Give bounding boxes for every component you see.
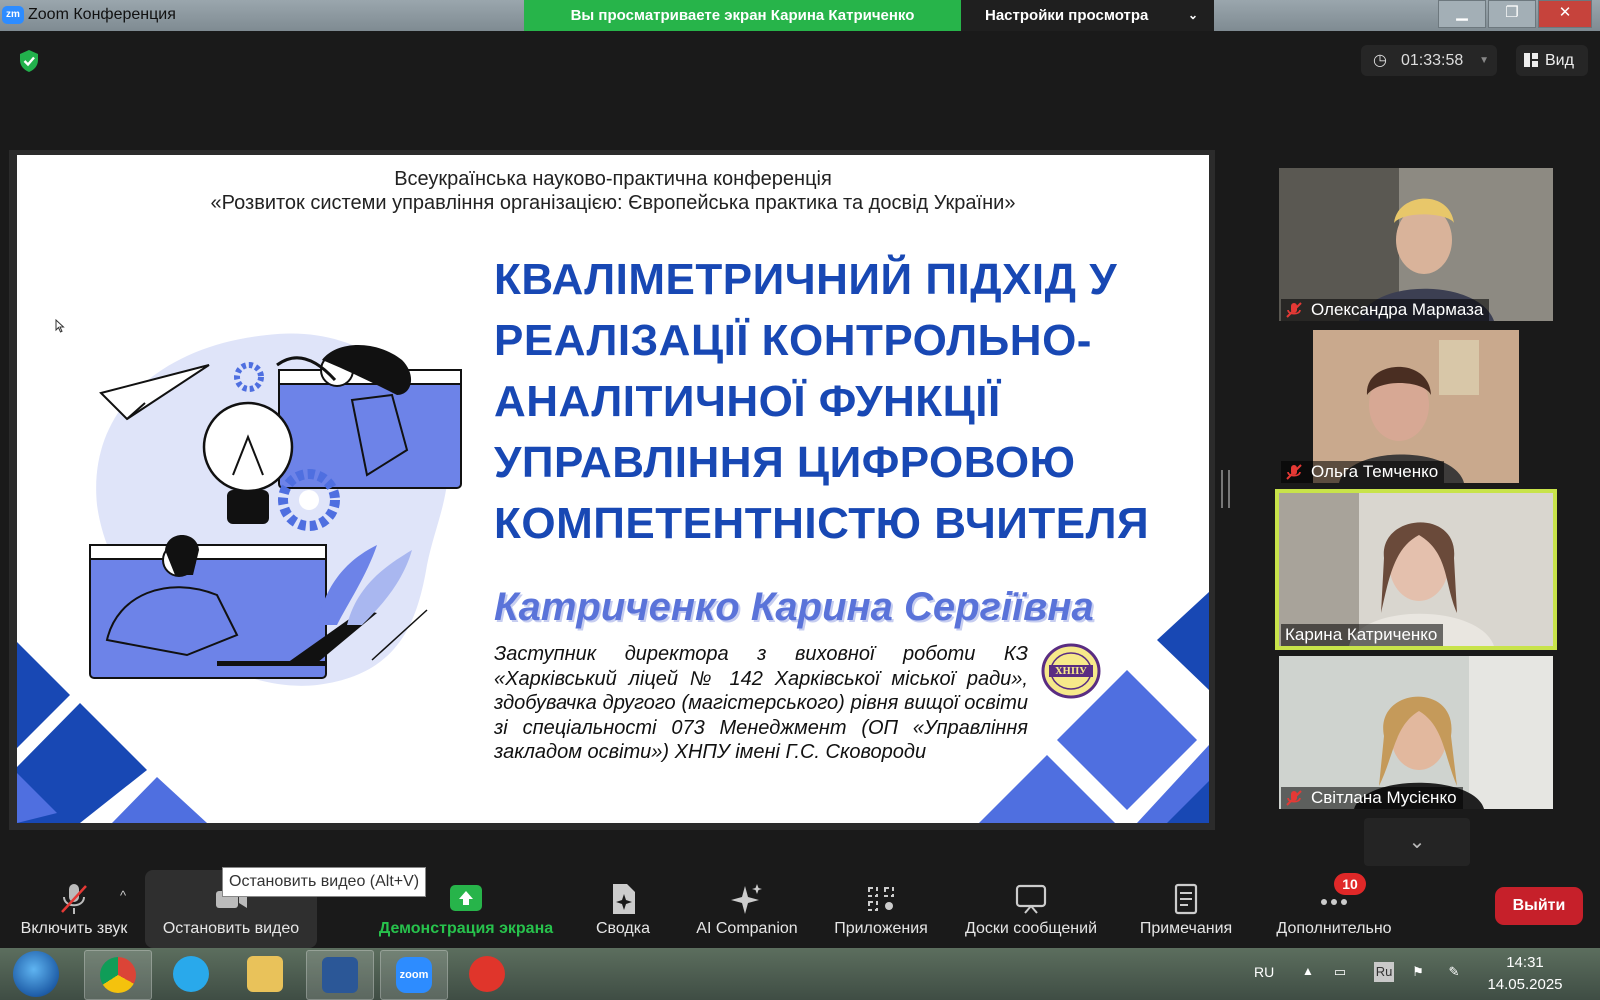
view-settings-label: Настройки просмотра: [985, 7, 1149, 24]
svg-text:ХНПУ: ХНПУ: [1055, 667, 1087, 677]
scroll-participants-button[interactable]: ⌄: [1364, 818, 1470, 866]
ai-companion-label: AI Companion: [696, 920, 798, 937]
muted-mic-icon: [1286, 790, 1302, 806]
muted-mic-icon: [1286, 302, 1302, 318]
university-emblem-logo: ХНПУ: [1041, 643, 1101, 699]
slide-title-line: АНАЛІТИЧНОЇ ФУНКЦІЇ: [494, 377, 1001, 426]
slide-title-line: КВАЛІМЕТРИЧНИЙ ПІДХІД У: [494, 255, 1118, 304]
slide-title: КВАЛІМЕТРИЧНИЙ ПІДХІД У РЕАЛІЗАЦІЇ КОНТР…: [494, 249, 1194, 554]
audio-options-caret-icon[interactable]: ^: [120, 888, 126, 903]
system-clock[interactable]: 14:31 14.05.2025: [1485, 952, 1565, 996]
summary-label: Сводка: [595, 920, 650, 937]
panel-resize-handle[interactable]: [1221, 470, 1230, 508]
participant-name: Світлана Мусієнко: [1311, 788, 1457, 807]
ime-indicator[interactable]: Ru: [1374, 962, 1394, 982]
mouse-cursor-icon: [55, 319, 65, 333]
unmute-button[interactable]: Включить звук: [8, 870, 140, 948]
whiteboards-button[interactable]: Доски сообщений: [954, 870, 1108, 948]
show-hidden-icons-arrow-icon[interactable]: ▲: [1302, 964, 1314, 978]
ai-companion-button[interactable]: AI Companion: [685, 870, 809, 948]
zoom-icon: zoom: [396, 957, 432, 993]
whiteboard-icon: [1015, 884, 1047, 914]
slide-title-line: РЕАЛІЗАЦІЇ КОНТРОЛЬНО-: [494, 316, 1092, 365]
word-icon: [322, 957, 358, 993]
stop-video-tooltip: Остановить видео (Alt+V): [222, 867, 427, 897]
chrome-icon: [100, 957, 136, 993]
slide-title-line: УПРАВЛІННЯ ЦИФРОВОЮ: [494, 438, 1076, 487]
participant-tile-active-speaker[interactable]: Карина Катриченко: [1275, 489, 1557, 650]
apps-label: Приложения: [834, 920, 928, 937]
apps-button[interactable]: Приложения: [822, 870, 940, 948]
participant-tile[interactable]: Світлана Мусієнко: [1279, 656, 1553, 809]
encryption-shield-icon[interactable]: [18, 49, 40, 73]
close-button[interactable]: ✕: [1538, 0, 1592, 28]
shared-slide: Всеукраїнська науково-практична конферен…: [17, 155, 1209, 823]
restore-button[interactable]: ❐: [1488, 0, 1536, 28]
apps-icon: [868, 887, 894, 911]
chevron-down-icon: ▼: [1479, 55, 1489, 66]
slide-author: Катриченко Карина Сергіївна: [494, 585, 1094, 629]
muted-mic-icon: [1286, 464, 1302, 480]
notes-label: Примечания: [1139, 920, 1233, 937]
view-button[interactable]: Вид: [1516, 45, 1588, 76]
timer-value: 01:33:58: [1401, 52, 1464, 69]
taskbar-wps[interactable]: [454, 950, 520, 998]
summary-button[interactable]: Сводка: [580, 870, 666, 948]
start-button-windows-logo[interactable]: [13, 951, 59, 997]
taskbar-file-explorer[interactable]: [232, 950, 298, 998]
slide-title-line: КОМПЕТЕНТНІСТЮ ВЧИТЕЛЯ: [494, 499, 1150, 548]
windows-taskbar: zoom RU ▲ ▭ Ru ⚑ ✎ 14:31 14.05.2025: [0, 948, 1600, 1000]
summary-document-icon: [613, 884, 635, 914]
view-label: Вид: [1545, 52, 1574, 69]
wps-office-icon: [469, 956, 505, 992]
clock-icon: ◷: [1373, 52, 1387, 69]
clock-date: 14.05.2025: [1487, 976, 1563, 993]
chevron-down-icon: ⌄: [1187, 8, 1198, 22]
window-title: Zoom Конференция: [28, 6, 176, 23]
taskbar-chrome[interactable]: [84, 950, 152, 1000]
taskbar-telegram[interactable]: [158, 950, 224, 998]
participant-name-label: Ольга Темченко: [1281, 461, 1445, 483]
unmute-label: Включить звук: [20, 920, 128, 937]
whiteboards-label: Доски сообщений: [964, 920, 1098, 937]
meeting-timer[interactable]: ◷ 01:33:58 ▼: [1361, 45, 1497, 76]
participant-name: Карина Катриченко: [1285, 625, 1438, 644]
clock-time: 14:31: [1506, 954, 1544, 971]
participant-name-label: Карина Катриченко: [1281, 624, 1444, 646]
participant-name-label: Світлана Мусієнко: [1281, 787, 1463, 809]
notes-button[interactable]: Примечания: [1130, 870, 1242, 948]
leave-meeting-button[interactable]: Выйти: [1495, 887, 1583, 925]
pdf-tray-icon[interactable]: ✎: [1444, 962, 1464, 982]
zoom-app-icon: zm: [2, 6, 24, 24]
more-label: Дополнительно: [1276, 920, 1392, 937]
minimize-button[interactable]: ▁: [1438, 0, 1486, 28]
sparkle-icon: [731, 884, 762, 914]
stop-video-label: Остановить видео: [162, 920, 300, 937]
view-settings-dropdown[interactable]: Настройки просмотра ⌄: [961, 0, 1214, 31]
taskbar-zoom[interactable]: zoom: [380, 950, 448, 1000]
folder-icon: [247, 956, 283, 992]
participant-tile[interactable]: Ольга Темченко: [1279, 330, 1553, 483]
taskbar-word[interactable]: [306, 950, 374, 1000]
screen-share-banner: Вы просматриваете экран Карина Катриченк…: [524, 0, 961, 31]
participant-name: Олександра Мармаза: [1311, 300, 1484, 319]
chevron-down-icon: ⌄: [1408, 831, 1426, 853]
slide-affiliation: Заступник директора з виховної роботи КЗ…: [494, 643, 1028, 763]
notes-icon: [1174, 883, 1198, 915]
muted-mic-icon: [61, 884, 87, 914]
notification-badge: 10: [1334, 873, 1366, 895]
share-screen-label: Демонстрация экрана: [378, 920, 554, 937]
participant-name-label: Олександра Мармаза: [1281, 299, 1490, 321]
keyboard-language[interactable]: RU: [1254, 964, 1274, 980]
action-center-flag-icon[interactable]: ⚑: [1408, 962, 1428, 982]
layout-icon: [1524, 53, 1538, 67]
window-controls: ▁ ❐ ✕: [1436, 0, 1592, 28]
telegram-icon: [173, 956, 209, 992]
participant-tile[interactable]: Олександра Мармаза: [1279, 168, 1553, 321]
network-icon[interactable]: ▭: [1330, 962, 1350, 982]
participant-name: Ольга Темченко: [1311, 462, 1439, 481]
share-screen-icon: [450, 885, 482, 911]
